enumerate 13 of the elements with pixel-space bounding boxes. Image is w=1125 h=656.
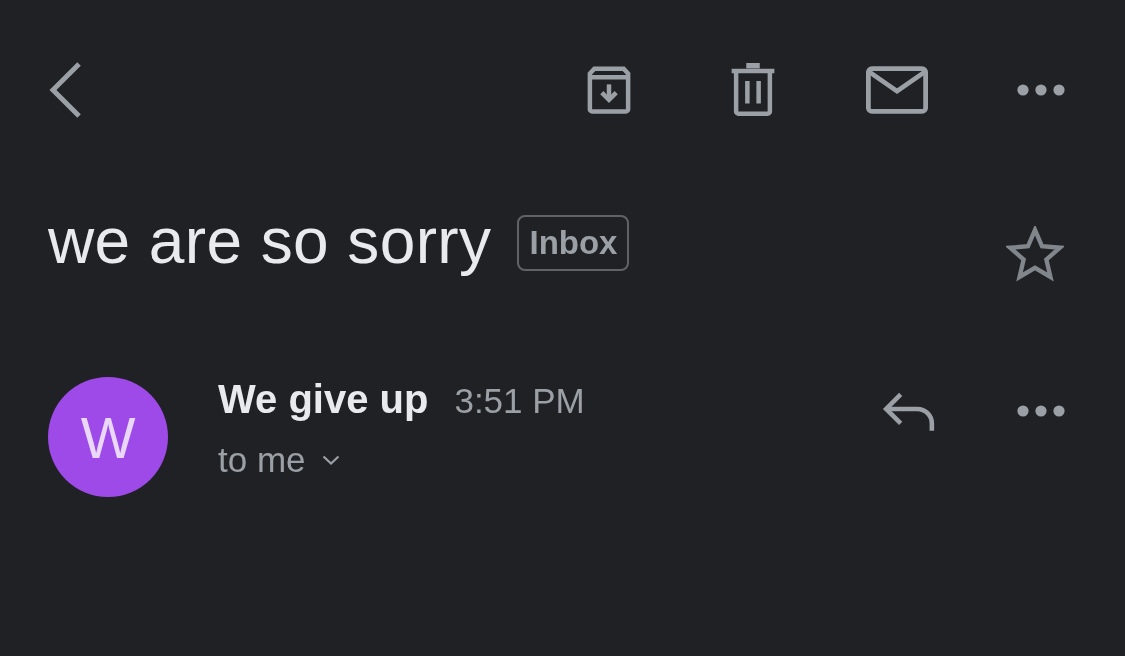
recipient-details-button[interactable]: to me	[218, 439, 340, 481]
chevron-down-icon	[321, 455, 340, 465]
trash-icon	[730, 63, 776, 117]
more-icon	[1017, 405, 1065, 417]
message-time: 3:51 PM	[454, 382, 585, 421]
reply-icon	[882, 390, 936, 432]
back-icon	[48, 61, 84, 119]
inbox-label: Inbox	[517, 215, 630, 271]
more-icon	[1017, 84, 1065, 96]
sender-avatar: W	[48, 377, 168, 497]
mail-icon	[866, 66, 928, 114]
email-subject: we are so sorry	[48, 205, 492, 279]
sender-name: We give up	[218, 377, 429, 421]
